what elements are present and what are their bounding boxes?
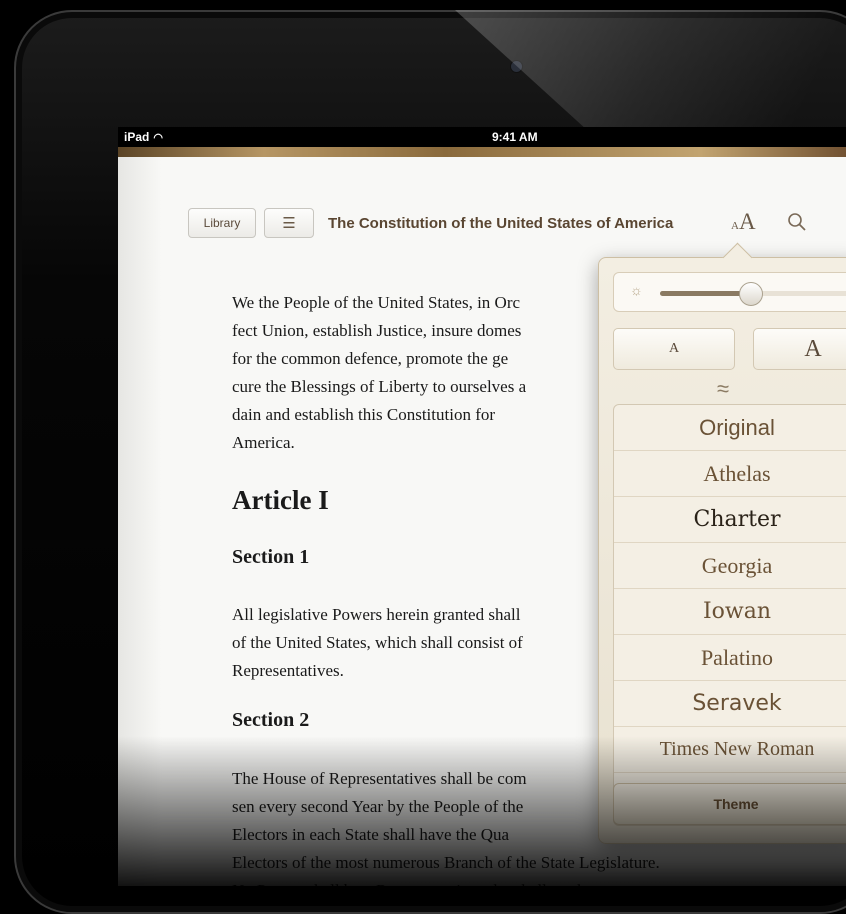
- article-heading: Article I: [232, 485, 329, 515]
- device-name: iPad: [124, 130, 150, 144]
- small-a-glyph: A: [731, 220, 739, 232]
- wifi-icon: ◠: [153, 132, 163, 144]
- status-time: 9:41 AM: [492, 130, 538, 144]
- font-option-iowan[interactable]: Iowan: [614, 589, 846, 635]
- reader-toolbar: Library ☰ The Constitution of the United…: [188, 208, 846, 242]
- camera-icon: [511, 61, 522, 72]
- brightness-slider-knob[interactable]: [739, 282, 763, 306]
- section-2-heading: Section 2: [232, 709, 310, 731]
- decrease-font-size-button[interactable]: A: [613, 328, 735, 370]
- list-icon: ☰: [282, 215, 296, 232]
- search-icon[interactable]: [786, 211, 808, 233]
- font-option-times-new-roman[interactable]: Times New Roman: [614, 727, 846, 773]
- font-popover: ☼ A A ≈ Original Athelas Charter Georgia…: [598, 242, 846, 844]
- status-device: iPad ◠: [124, 130, 163, 144]
- book-title: The Constitution of the United States of…: [328, 215, 674, 232]
- brightness-slider-fill: [660, 291, 750, 296]
- font-option-georgia[interactable]: Georgia: [614, 543, 846, 589]
- book-spine-strip: [118, 147, 846, 157]
- paragraph-section-1: All legislative Powers herein granted sh…: [232, 605, 523, 680]
- font-option-palatino[interactable]: Palatino: [614, 635, 846, 681]
- flourish-divider-icon: ≈: [717, 376, 730, 401]
- status-bar: iPad ◠ 9:41 AM: [118, 127, 846, 147]
- font-option-charter[interactable]: Charter: [614, 497, 846, 543]
- font-settings-button[interactable]: AA: [731, 209, 756, 235]
- font-option-original[interactable]: Original: [614, 405, 846, 451]
- ipad-screen: iPad ◠ 9:41 AM Library ☰ The Constitution…: [118, 127, 846, 886]
- font-option-athelas[interactable]: Athelas: [614, 451, 846, 497]
- font-list: Original Athelas Charter Georgia Iowan P…: [613, 404, 846, 826]
- section-1-heading: Section 1: [232, 546, 310, 568]
- brightness-sun-icon: ☼: [630, 282, 643, 298]
- popover-arrow: [722, 242, 753, 273]
- font-option-seravek[interactable]: Seravek: [614, 681, 846, 727]
- big-a-glyph: A: [738, 209, 756, 234]
- paragraph-preamble: We the People of the United States, in O…: [232, 293, 527, 452]
- table-of-contents-button[interactable]: ☰: [264, 208, 314, 238]
- brightness-control: ☼: [613, 272, 846, 312]
- book-page[interactable]: Library ☰ The Constitution of the United…: [118, 157, 846, 886]
- brightness-slider[interactable]: [660, 282, 846, 306]
- increase-font-size-button[interactable]: A: [753, 328, 846, 370]
- theme-button[interactable]: Theme: [613, 783, 846, 825]
- library-button[interactable]: Library: [188, 208, 256, 238]
